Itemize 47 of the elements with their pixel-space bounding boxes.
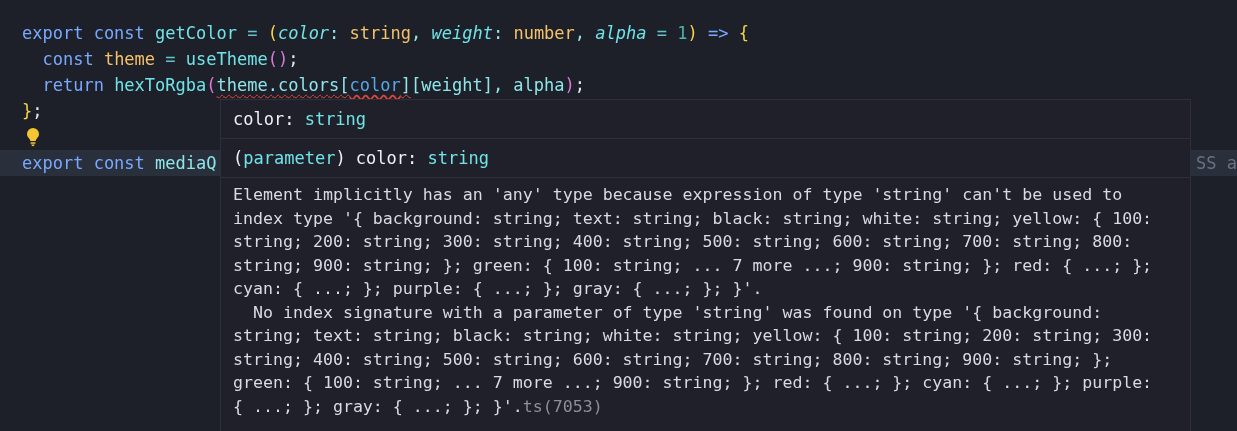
code-token: export const [22, 22, 146, 45]
code-token: ) [687, 22, 699, 45]
code-token: ; [32, 100, 43, 123]
code-token: export const [22, 152, 146, 175]
code-token: theme.colors[ [216, 74, 350, 97]
code-token: number [513, 22, 575, 45]
code-token: getColor [155, 22, 238, 45]
code-token: ; [574, 74, 586, 97]
code-token: , [574, 22, 587, 45]
code-token: () [267, 48, 289, 71]
code-token: const [41, 48, 95, 71]
code-token: ( [206, 74, 217, 97]
code-token: , [411, 22, 423, 45]
signature-token: color: [233, 109, 296, 129]
error-message: No index signature with a parameter of type 'string' was found on type '{ background: string; text: string; black: string; white: string; yellow: { 100: string; 200: string; 300: string; 400: string; 500: string; 600: string; 700: string; 800: string; 900: string; }; green: { 100: string; ... 7 more ...; 900: string; }; red: { ...; }; cyan: { ...; }; purple: { ...; }; gray: { ...; }; }'.ts(7053) [233, 301, 1154, 418]
error-message: Element implicitly has an 'any' type because expression of type 'string' can't be used to index type '{ background: string; text: string; black: string; white: string; yellow: { 100: string; 200: string; 300: string; 400: string; 500: string; 600: string; 700: string; 800: string; 900: string; }; green: { 100: string; ... 7 more ...; 900: string; }; red: { ...; }; cyan: { ...; }; purple: { ...; }; gray: { ...; }; }'. [233, 184, 1154, 300]
code-text: SS a [1196, 152, 1237, 175]
code-token: = [247, 22, 259, 45]
code-token: mediaQ [155, 152, 217, 175]
code-token: string [349, 22, 411, 45]
code-token: return [41, 74, 105, 97]
code-token: useTheme [185, 48, 268, 71]
code-token: hexToRgba [114, 74, 207, 97]
code-token: { [738, 22, 749, 45]
code-token: theme [103, 48, 157, 71]
code-token: ] [400, 74, 411, 97]
code-token: color [349, 74, 401, 97]
lightbulb-icon[interactable] [26, 127, 40, 147]
code-token: => [707, 22, 730, 45]
code-token: } [22, 100, 33, 123]
declaration-token: parameter [243, 148, 336, 168]
code-token: ) [564, 74, 575, 97]
code-token: 1 [677, 22, 688, 45]
code-token: ( [267, 22, 278, 45]
declaration-token: ( [233, 148, 244, 168]
declaration-token: ) color: [335, 148, 419, 168]
code-token: [weight], alpha [411, 74, 565, 97]
code-token: color [277, 22, 330, 45]
code-token: : [492, 22, 505, 45]
code-token: : [329, 22, 341, 45]
code-token: weight [431, 22, 493, 45]
signature-token: string [304, 109, 367, 129]
code-token: = [656, 22, 668, 45]
code-token: ; [288, 48, 299, 71]
code-token: = [165, 48, 177, 71]
declaration-token: string [427, 148, 489, 168]
code-token: alpha [595, 22, 648, 45]
